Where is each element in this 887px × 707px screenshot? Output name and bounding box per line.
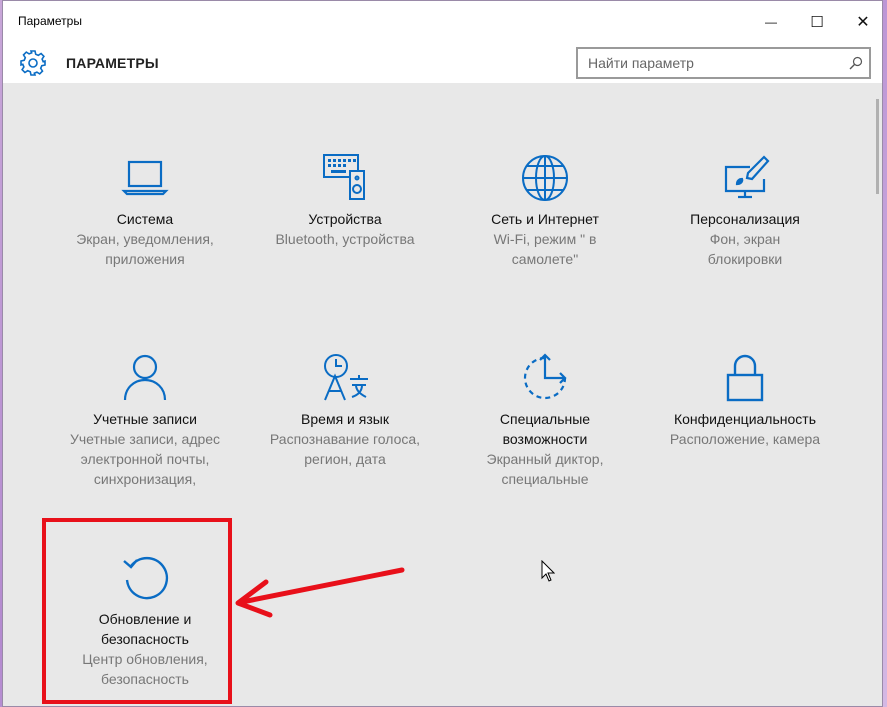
time-language-icon xyxy=(324,354,368,401)
tile-personalization[interactable]: Персонализация Фон, экран блокировки xyxy=(645,153,845,269)
tile-system-desc: приложения xyxy=(105,251,185,267)
search-input[interactable] xyxy=(578,49,838,77)
highlight-box xyxy=(42,518,232,704)
ease-of-access-icon xyxy=(523,353,567,400)
tile-personalization-desc: блокировки xyxy=(707,251,783,267)
tile-network[interactable]: Сеть и Интернет Wi-Fi, режим " в самолет… xyxy=(445,153,645,269)
page-title: ПАРАМЕТРЫ xyxy=(66,55,159,71)
tile-accounts-desc: электронной почты, xyxy=(80,451,210,467)
tile-privacy[interactable]: Конфиденциальность Расположение, камера xyxy=(645,353,845,449)
red-arrow-annotation xyxy=(235,567,405,618)
globe-icon xyxy=(522,155,568,201)
tile-time-language[interactable]: Время и язык Распознавание голоса, регио… xyxy=(245,353,445,469)
mouse-pointer-icon xyxy=(541,560,555,582)
tile-accounts[interactable]: Учетные записи Учетные записи, адрес эле… xyxy=(45,353,245,489)
tile-network-title: Сеть и Интернет xyxy=(491,211,599,227)
tile-accounts-title: Учетные записи xyxy=(93,411,197,427)
window-title: Параметры xyxy=(18,14,82,28)
person-icon xyxy=(123,354,167,401)
tile-network-desc: Wi-Fi, режим " в xyxy=(493,231,597,247)
tile-time-language-desc: Распознавание голоса, xyxy=(269,431,421,447)
search-icon[interactable] xyxy=(849,56,863,70)
minimize-icon: — xyxy=(765,15,777,29)
lock-icon xyxy=(726,354,764,402)
tile-time-language-title: Время и язык xyxy=(301,411,389,427)
tile-system-title: Система xyxy=(116,211,174,227)
tile-network-desc: самолете" xyxy=(511,251,579,267)
close-button[interactable]: ✕ xyxy=(840,1,886,43)
tile-ease-of-access[interactable]: Специальные возможности Экранный диктор,… xyxy=(445,353,645,489)
tile-ease-of-access-desc: специальные xyxy=(501,471,589,487)
search-box[interactable] xyxy=(576,47,871,79)
tile-devices-desc: Bluetooth, устройства xyxy=(275,231,415,247)
settings-header: ПАРАМЕТРЫ xyxy=(3,43,882,83)
tile-system[interactable]: Система Экран, уведомления, приложения xyxy=(45,153,245,269)
tile-devices[interactable]: Устройства Bluetooth, устройства xyxy=(245,153,445,249)
tile-ease-of-access-desc: Экранный диктор, xyxy=(486,451,604,467)
tile-privacy-title: Конфиденциальность xyxy=(673,411,816,427)
minimize-button[interactable]: — xyxy=(748,1,794,43)
maximize-icon: ☐ xyxy=(810,14,824,31)
tile-accounts-desc: синхронизация, xyxy=(93,471,197,487)
maximize-button[interactable]: ☐ xyxy=(794,1,840,43)
tile-ease-of-access-title: Специальные xyxy=(499,411,591,427)
paint-icon xyxy=(724,155,770,199)
tile-ease-of-access-title: возможности xyxy=(502,431,588,447)
tile-privacy-desc: Расположение, камера xyxy=(669,431,821,447)
tile-personalization-title: Персонализация xyxy=(690,211,800,227)
tile-time-language-desc: регион, дата xyxy=(304,451,386,467)
tile-personalization-desc: Фон, экран xyxy=(709,231,781,247)
close-icon: ✕ xyxy=(856,14,870,31)
gear-icon xyxy=(20,50,46,76)
tile-devices-title: Устройства xyxy=(308,211,382,227)
tile-accounts-desc: Учетные записи, адрес xyxy=(69,431,221,447)
laptop-icon xyxy=(121,160,169,196)
scrollbar[interactable] xyxy=(876,99,879,194)
title-bar: Параметры — ☐ ✕ xyxy=(3,1,882,43)
keyboard-speaker-icon xyxy=(323,154,365,200)
tile-system-desc: Экран, уведомления, xyxy=(76,231,214,247)
